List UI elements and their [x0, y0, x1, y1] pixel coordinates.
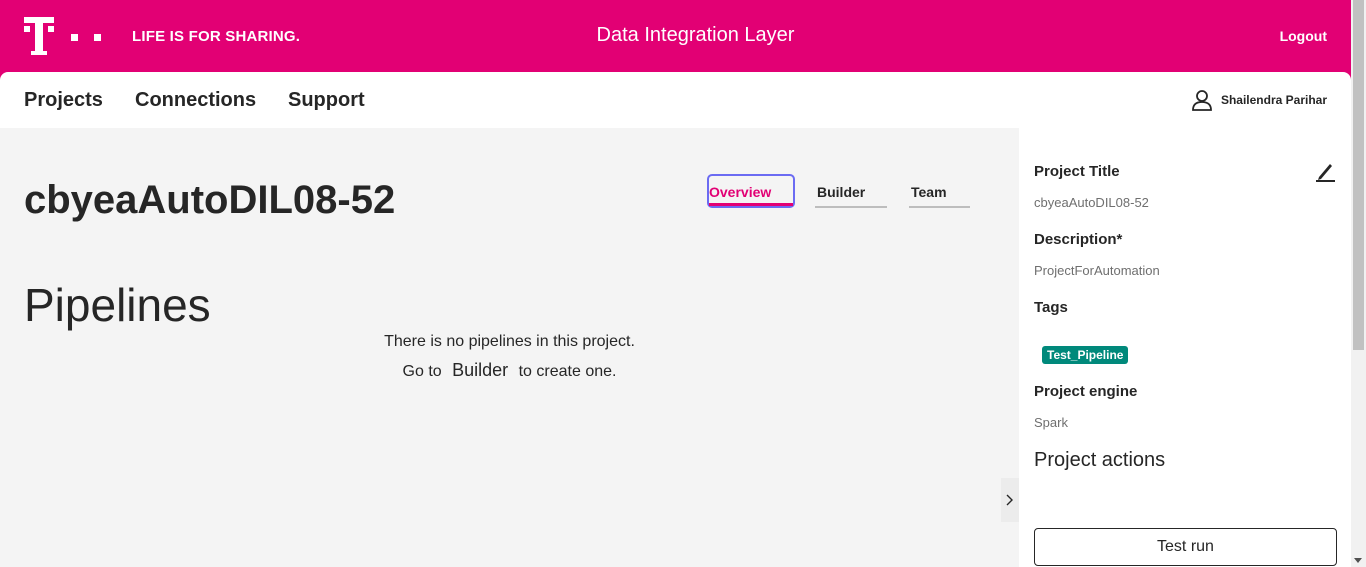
nav-connections[interactable]: Connections: [135, 89, 256, 112]
pencil-icon: [1316, 164, 1335, 182]
description-label: Description*: [1034, 231, 1123, 248]
tab-underline: [909, 206, 970, 208]
project-title-value: cbyeaAutoDIL08-52: [1034, 195, 1149, 210]
chevron-right-icon: [1006, 494, 1013, 506]
main-content: cbyeaAutoDIL08-52 Overview Builder Team …: [0, 128, 1019, 567]
tab-label: Team: [911, 184, 947, 200]
tab-underline: [709, 203, 793, 206]
test-run-button[interactable]: Test run: [1034, 528, 1337, 566]
tab-label: Overview: [709, 184, 772, 200]
project-title-label: Project Title: [1034, 163, 1120, 180]
tags-label: Tags: [1034, 299, 1068, 316]
main-nav: Projects Connections Support Shailendra …: [0, 72, 1351, 128]
tab-team[interactable]: Team: [909, 174, 970, 208]
description-value: ProjectForAutomation: [1034, 263, 1160, 278]
engine-value: Spark: [1034, 415, 1068, 430]
empty-state-hint: Go to Builder to create one.: [0, 360, 1019, 381]
section-title: Pipelines: [24, 279, 211, 331]
nav-projects[interactable]: Projects: [24, 89, 103, 112]
logout-link[interactable]: Logout: [1280, 28, 1327, 44]
empty-go-to: Go to: [402, 363, 442, 380]
engine-label: Project engine: [1034, 383, 1138, 400]
builder-link[interactable]: Builder: [452, 360, 508, 380]
empty-suffix: to create one.: [518, 363, 617, 380]
tab-label: Builder: [817, 184, 866, 200]
project-name: cbyeaAutoDIL08-52: [24, 178, 396, 222]
app-title: Data Integration Layer: [596, 24, 795, 46]
page-scrollbar[interactable]: [1351, 0, 1366, 567]
user-menu[interactable]: Shailendra Parihar: [1191, 89, 1327, 111]
tab-overview[interactable]: Overview: [707, 174, 795, 208]
expand-panel-button[interactable]: [1001, 478, 1019, 522]
project-details-panel: Project Title cbyeaAutoDIL08-52 Descript…: [1019, 128, 1351, 567]
edit-button[interactable]: [1315, 160, 1335, 182]
tab-underline: [815, 206, 887, 208]
empty-state-message: There is no pipelines in this project.: [384, 333, 635, 350]
tab-builder[interactable]: Builder: [815, 174, 887, 208]
scrollbar-thumb[interactable]: [1353, 0, 1364, 350]
project-actions-title: Project actions: [1034, 449, 1166, 471]
user-icon: [1192, 90, 1212, 111]
top-bar: LIFE IS FOR SHARING. Data Integration La…: [0, 0, 1351, 72]
tag-chip: Test_Pipeline: [1042, 346, 1129, 364]
nav-support[interactable]: Support: [288, 89, 365, 112]
user-name: Shailendra Parihar: [1220, 93, 1327, 107]
scroll-down-icon[interactable]: [1354, 558, 1362, 563]
